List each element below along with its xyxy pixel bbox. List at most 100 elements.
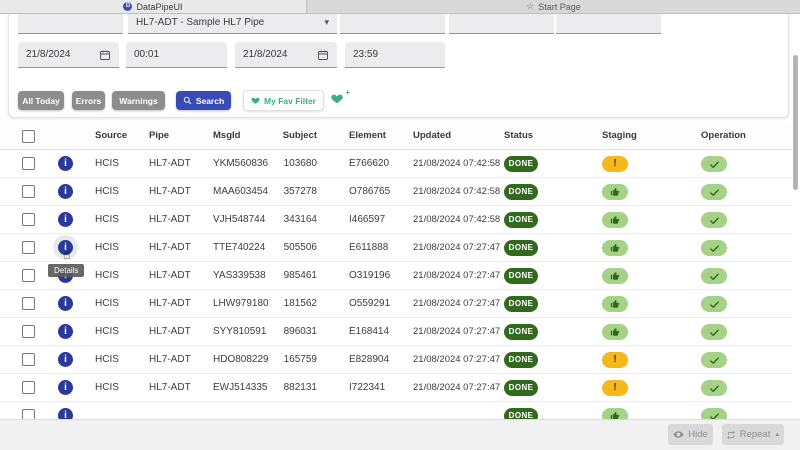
cell-msgid: SYY810591 bbox=[213, 318, 266, 346]
cell-pipe: HL7-ADT bbox=[149, 374, 191, 402]
filter-field-1[interactable] bbox=[18, 12, 123, 34]
from-time-value: 00:01 bbox=[134, 49, 219, 60]
to-date-field[interactable]: 21/8/2024 bbox=[235, 42, 337, 68]
cell-source: HCIS bbox=[95, 234, 119, 262]
row-checkbox[interactable] bbox=[22, 297, 35, 310]
repeat-icon bbox=[726, 430, 736, 440]
col-source[interactable]: Source bbox=[95, 122, 127, 150]
cell-updated: 21/08/2024 07:27:47 bbox=[413, 318, 500, 346]
staging-warning-icon[interactable]: ! bbox=[602, 352, 628, 368]
add-fav-filter-button[interactable]: + bbox=[330, 92, 348, 108]
cell-updated: 21/08/2024 07:27:47 bbox=[413, 374, 500, 402]
cell-source: HCIS bbox=[95, 290, 119, 318]
cell-source: HCIS bbox=[95, 318, 119, 346]
from-date-field[interactable]: 21/8/2024 bbox=[18, 42, 119, 68]
info-icon[interactable]: i bbox=[58, 324, 73, 339]
col-element[interactable]: Element bbox=[349, 122, 386, 150]
tab-datapipeui[interactable]: D DataPipeUI bbox=[0, 0, 307, 13]
staging-thumbs-up-icon[interactable] bbox=[602, 268, 628, 284]
info-icon[interactable]: i bbox=[58, 296, 73, 311]
cell-msgid: TTE740224 bbox=[213, 234, 265, 262]
operation-check-icon[interactable] bbox=[701, 380, 727, 396]
col-status[interactable]: Status bbox=[504, 122, 533, 150]
all-today-button[interactable]: All Today bbox=[18, 91, 64, 110]
info-icon[interactable]: i bbox=[58, 352, 73, 367]
cell-source: HCIS bbox=[95, 150, 119, 178]
cell-subject: 103680 bbox=[277, 150, 317, 178]
status-badge: DONE bbox=[504, 240, 538, 256]
table-body: iHCISHL7-ADTYKM560836103680E76662021/08/… bbox=[0, 150, 792, 450]
cell-pipe: HL7-ADT bbox=[149, 234, 191, 262]
search-button[interactable]: Search bbox=[176, 91, 231, 110]
row-checkbox[interactable] bbox=[22, 353, 35, 366]
pipe-select-value: HL7-ADT - Sample HL7 Pipe bbox=[136, 17, 324, 28]
row-checkbox[interactable] bbox=[22, 241, 35, 254]
info-icon[interactable]: i bbox=[58, 212, 73, 227]
warnings-button[interactable]: Warnings bbox=[112, 91, 165, 110]
hide-button[interactable]: Hide bbox=[668, 424, 713, 445]
operation-check-icon[interactable] bbox=[701, 352, 727, 368]
from-time-field[interactable]: 00:01 bbox=[126, 42, 227, 68]
row-checkbox[interactable] bbox=[22, 157, 35, 170]
heart-icon bbox=[251, 96, 260, 105]
operation-check-icon[interactable] bbox=[701, 212, 727, 228]
operation-check-icon[interactable] bbox=[701, 240, 727, 256]
table-row: iHCISHL7-ADTMAA603454357278O78676521/08/… bbox=[0, 178, 792, 206]
cell-subject: 357278 bbox=[277, 178, 317, 206]
pipe-select[interactable]: HL7-ADT - Sample HL7 Pipe ▾ bbox=[128, 12, 337, 34]
col-msgid[interactable]: MsgId bbox=[213, 122, 240, 150]
repeat-button[interactable]: Repeat ▲ bbox=[722, 424, 784, 445]
errors-button[interactable]: Errors bbox=[72, 91, 105, 110]
row-checkbox[interactable] bbox=[22, 381, 35, 394]
staging-thumbs-up-icon[interactable] bbox=[602, 296, 628, 312]
table-row: iHCISHL7-ADTHDO808229165759E82890421/08/… bbox=[0, 346, 792, 374]
info-icon[interactable]: i bbox=[58, 156, 73, 171]
operation-check-icon[interactable] bbox=[701, 156, 727, 172]
operation-check-icon[interactable] bbox=[701, 324, 727, 340]
operation-check-icon[interactable] bbox=[701, 268, 727, 284]
calendar-icon[interactable] bbox=[317, 49, 329, 61]
table-row: iHCISHL7-ADTYKM560836103680E76662021/08/… bbox=[0, 150, 792, 178]
staging-thumbs-up-icon[interactable] bbox=[602, 212, 628, 228]
filter-field-2[interactable] bbox=[340, 12, 445, 34]
from-date-value: 21/8/2024 bbox=[26, 49, 99, 60]
row-checkbox[interactable] bbox=[22, 213, 35, 226]
status-badge: DONE bbox=[504, 324, 538, 340]
cell-pipe: HL7-ADT bbox=[149, 262, 191, 290]
row-checkbox[interactable] bbox=[22, 185, 35, 198]
filter-field-3[interactable] bbox=[449, 12, 554, 34]
calendar-icon[interactable] bbox=[99, 49, 111, 61]
col-staging[interactable]: Staging bbox=[602, 122, 637, 150]
cell-element: I722341 bbox=[349, 374, 385, 402]
select-all-checkbox[interactable] bbox=[22, 130, 35, 143]
cell-subject: 505506 bbox=[277, 234, 317, 262]
staging-thumbs-up-icon[interactable] bbox=[602, 240, 628, 256]
heart-plus-icon bbox=[330, 92, 344, 105]
vertical-scrollbar[interactable] bbox=[793, 55, 798, 190]
info-icon[interactable]: i bbox=[58, 184, 73, 199]
footer-bar: Hide Repeat ▲ bbox=[0, 419, 800, 450]
cell-subject: 896031 bbox=[277, 318, 317, 346]
staging-thumbs-up-icon[interactable] bbox=[602, 184, 628, 200]
row-checkbox[interactable] bbox=[22, 269, 35, 282]
col-pipe[interactable]: Pipe bbox=[149, 122, 169, 150]
operation-check-icon[interactable] bbox=[701, 184, 727, 200]
operation-check-icon[interactable] bbox=[701, 296, 727, 312]
datapipeui-favicon-icon: D bbox=[123, 2, 132, 11]
col-subject[interactable]: Subject bbox=[277, 122, 317, 150]
staging-thumbs-up-icon[interactable] bbox=[602, 324, 628, 340]
cell-subject: 165759 bbox=[277, 346, 317, 374]
cell-pipe: HL7-ADT bbox=[149, 290, 191, 318]
col-operation[interactable]: Operation bbox=[701, 122, 746, 150]
tab-start-page[interactable]: ☆ Start Page bbox=[307, 0, 800, 13]
row-checkbox[interactable] bbox=[22, 325, 35, 338]
staging-warning-icon[interactable]: ! bbox=[602, 156, 628, 172]
filter-field-4[interactable] bbox=[556, 12, 661, 34]
info-icon[interactable]: i bbox=[58, 380, 73, 395]
staging-warning-icon[interactable]: ! bbox=[602, 380, 628, 396]
col-updated[interactable]: Updated bbox=[413, 122, 451, 150]
cell-updated: 21/08/2024 07:27:47 bbox=[413, 290, 500, 318]
to-time-field[interactable]: 23:59 bbox=[345, 42, 445, 68]
cell-element: E828904 bbox=[349, 346, 389, 374]
my-fav-filter-button[interactable]: My Fav Filter bbox=[243, 90, 324, 111]
